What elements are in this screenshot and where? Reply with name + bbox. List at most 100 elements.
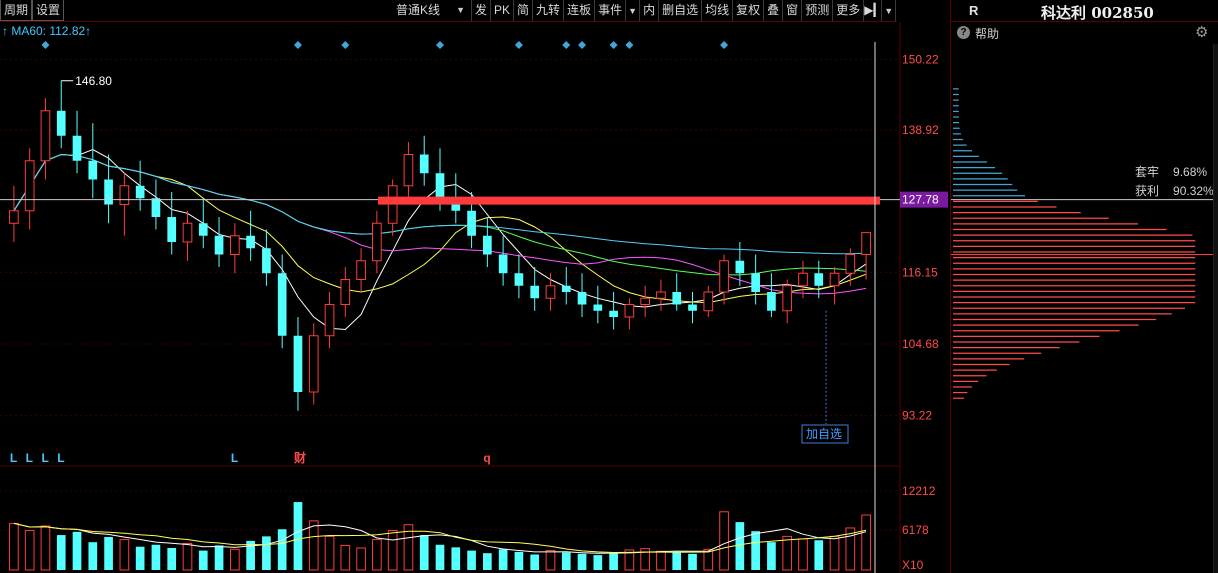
volume-bar-up (119, 539, 130, 571)
volume-bar-down (198, 550, 208, 570)
toolbar-item-pk[interactable]: PK (491, 0, 515, 21)
volume-bar-up (229, 548, 240, 571)
chevron-down-icon[interactable]: ▼ (882, 0, 897, 21)
volume-bar-down (467, 550, 476, 570)
panel-scrollbar[interactable] (1213, 44, 1218, 573)
volume-tick-label: 12212 (902, 484, 936, 498)
toolbar-item-forecast[interactable]: 预测 (802, 0, 834, 21)
volume-bar-down (514, 551, 524, 570)
volume-bar-down (814, 540, 824, 570)
candle-body-down (514, 273, 524, 286)
volume-bar-down (293, 502, 303, 570)
volume-bar-down (498, 549, 508, 570)
volume-bar-down (104, 537, 113, 570)
candle-body-down (104, 179, 113, 205)
candle-body-down (419, 154, 429, 174)
candle-body-up (656, 291, 666, 299)
volume-bar-down (151, 544, 161, 570)
chip-profile (951, 88, 1213, 399)
collapse-arrow-icon[interactable]: ▶▎ (864, 0, 883, 21)
chevron-down-icon[interactable]: ▼ (626, 0, 641, 21)
volume-bar-up (340, 544, 351, 571)
chip-distribution-panel: R 科达利 002850 ? 帮助 ⚙ 套牢 9.68% 获利 90.32% (950, 0, 1218, 573)
volume-bar-down (672, 552, 682, 570)
price-tick-label: 116.15 (902, 265, 938, 279)
candle-body-down (751, 273, 760, 292)
volume-bar-down (435, 544, 445, 570)
toolbar-item-lianban[interactable]: 连板 (564, 0, 596, 21)
candle-body-down (198, 223, 208, 236)
candle-body-down (56, 110, 66, 136)
toolbar-item-window[interactable]: 窗 (783, 0, 803, 21)
candle-body-down (577, 292, 587, 305)
volume-bar-down (214, 545, 224, 570)
candle-body-up (861, 232, 871, 255)
help-label[interactable]: 帮助 (975, 25, 999, 42)
signal-diamond-icon (293, 41, 302, 49)
candle-body-up (372, 222, 382, 262)
kline-type-select[interactable]: 普通K线 ▼ (368, 0, 472, 21)
volume-bar-up (9, 522, 19, 571)
toolbar-item-jiuzhuan[interactable]: 九转 (533, 0, 565, 21)
toolbar-item-jian[interactable]: 简 (514, 0, 534, 21)
volume-bar-up (356, 547, 366, 571)
chart-toolbar: 周期 设置 普通K线 ▼ 发 PK 简 九转 连板 事件 ▼ 内 删自选 均线 … (0, 0, 897, 22)
profit-value: 90.32% (1173, 184, 1214, 198)
help-icon[interactable]: ? (957, 26, 970, 39)
price-tick-label: 150.22 (902, 52, 939, 66)
settings-button[interactable]: 设置 (32, 0, 65, 21)
candle-body-down (293, 335, 303, 392)
candle-body-down (262, 248, 271, 274)
signal-diamond-icon (436, 41, 444, 49)
candle-body-down (530, 285, 540, 299)
volume-bar-down (451, 547, 461, 570)
candle-body-down (467, 210, 476, 236)
signal-diamond-icon (609, 41, 618, 49)
volume-bar-up (656, 550, 666, 571)
toolbar-item-adjust[interactable]: 复权 (733, 0, 765, 21)
toolbar-item-more[interactable]: 更多 (833, 0, 865, 21)
candle-body-up (340, 279, 351, 305)
candle-body-up (308, 335, 319, 393)
high-price-label: 146.80 (75, 74, 112, 88)
candle-body-up (119, 185, 130, 205)
signal-diamond-icon (720, 41, 729, 49)
volume-bar-up (308, 520, 319, 571)
toolbar-item-nei[interactable]: 内 (640, 0, 660, 21)
price-tick-label: 138.92 (902, 123, 939, 137)
candle-body-down (672, 292, 682, 305)
period-button[interactable]: 周期 (0, 0, 33, 21)
volume-bar-down (593, 555, 603, 570)
gear-icon[interactable]: ⚙ (1195, 23, 1208, 41)
toolbar-item-ma[interactable]: 均线 (702, 0, 734, 21)
toolbar-item-overlay[interactable]: 叠 (764, 0, 784, 21)
volume-bar-down (167, 548, 177, 570)
candle-body-down (72, 135, 82, 161)
trapped-value: 9.68% (1173, 165, 1208, 179)
candle-body-up (640, 297, 651, 305)
candle-body-up (798, 272, 808, 287)
volume-bar-down (88, 542, 98, 570)
event-marker: L (57, 451, 64, 465)
candle-body-up (545, 285, 556, 299)
r-indicator[interactable]: R (969, 3, 978, 18)
trapped-label: 套牢 (1135, 165, 1160, 179)
candle-body-up (829, 272, 840, 287)
current-price-label: 127.78 (902, 193, 939, 207)
toolbar-item-remove-watchlist[interactable]: 删自选 (659, 0, 703, 21)
volume-bar-down (262, 536, 271, 570)
candle-body-down (609, 310, 618, 317)
kline-chart[interactable]: 146.80↑ MA60: 112.82↑L L L L L 财 q加自选 150.2213… (0, 22, 950, 573)
candle-body-up (324, 304, 335, 337)
candle-body-down (735, 260, 745, 274)
candle-body-up (229, 235, 240, 255)
candle-body-down (246, 235, 255, 249)
event-marker: L (26, 451, 33, 465)
volume-bar-down (561, 552, 571, 570)
volume-bar-up (372, 539, 382, 571)
toolbar-item-shijian[interactable]: 事件 (595, 0, 627, 21)
volume-bars (9, 502, 871, 571)
ma60-label: ↑ MA60: 112.82↑ (2, 24, 91, 38)
volume-bar-down (56, 535, 66, 570)
toolbar-item-fa[interactable]: 发 (472, 0, 492, 21)
